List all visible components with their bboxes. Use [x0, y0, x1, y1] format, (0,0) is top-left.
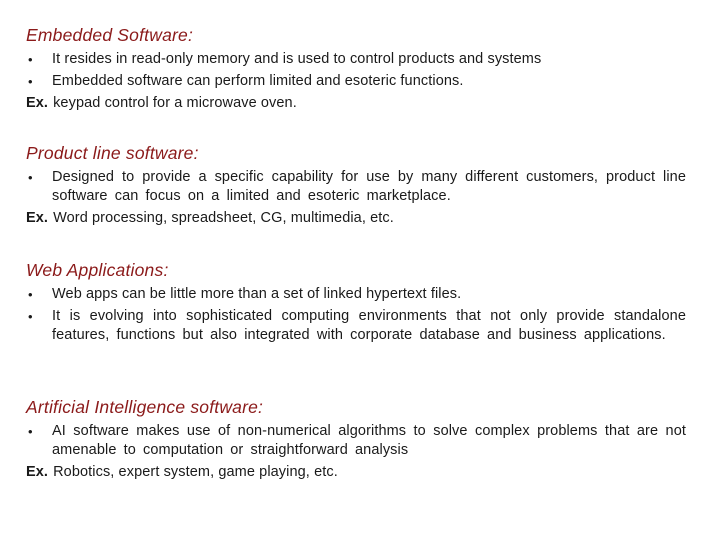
- section-heading: Product line software:: [26, 143, 199, 163]
- bullet-icon: •: [28, 424, 33, 439]
- bullet-icon: •: [28, 74, 33, 89]
- bullet-item: • Web apps can be little more than a set…: [26, 285, 686, 304]
- example-text: keypad control for a microwave oven.: [53, 95, 297, 111]
- bullet-item: • It is evolving into sophisticated comp…: [26, 307, 686, 345]
- example-label: Ex.: [26, 210, 49, 226]
- example-line: Ex. keypad control for a microwave oven.: [26, 94, 686, 113]
- section-heading: Embedded Software:: [26, 25, 194, 45]
- bullet-icon: •: [28, 309, 33, 324]
- bullet-text: Web apps can be little more than a set o…: [52, 286, 462, 302]
- bullet-text: Designed to provide a specific capabilit…: [52, 169, 686, 204]
- example-text: Word processing, spreadsheet, CG, multim…: [53, 210, 394, 226]
- bullet-item: • AI software makes use of non-numerical…: [26, 422, 686, 460]
- section-ai-software: Artificial Intelligence software: • AI s…: [26, 396, 686, 482]
- bullet-icon: •: [28, 52, 33, 67]
- bullet-icon: •: [28, 170, 33, 185]
- bullet-text: Embedded software can perform limited an…: [52, 73, 464, 89]
- bullet-text: AI software makes use of non-numerical a…: [52, 423, 686, 458]
- example-line: Ex. Word processing, spreadsheet, CG, mul…: [26, 209, 686, 228]
- bullet-icon: •: [28, 287, 33, 302]
- bullet-item: • It resides in read-only memory and is …: [26, 50, 686, 69]
- section-product-line-software: Product line software: • Designed to pro…: [26, 142, 686, 228]
- bullet-item: • Embedded software can perform limited …: [26, 72, 686, 91]
- section-web-applications: Web Applications: • Web apps can be litt…: [26, 259, 686, 348]
- example-line: Ex. Robotics, expert system, game playing…: [26, 463, 686, 482]
- example-label: Ex.: [26, 464, 49, 480]
- bullet-item: • Designed to provide a specific capabil…: [26, 168, 686, 206]
- section-embedded-software: Embedded Software: • It resides in read-…: [26, 24, 686, 113]
- example-text: Robotics, expert system, game playing, e…: [53, 464, 338, 480]
- bullet-text: It resides in read-only memory and is us…: [52, 51, 542, 67]
- section-heading: Web Applications:: [26, 260, 169, 280]
- section-heading: Artificial Intelligence software:: [26, 397, 264, 417]
- example-label: Ex.: [26, 95, 49, 111]
- bullet-text: It is evolving into sophisticated comput…: [52, 308, 686, 343]
